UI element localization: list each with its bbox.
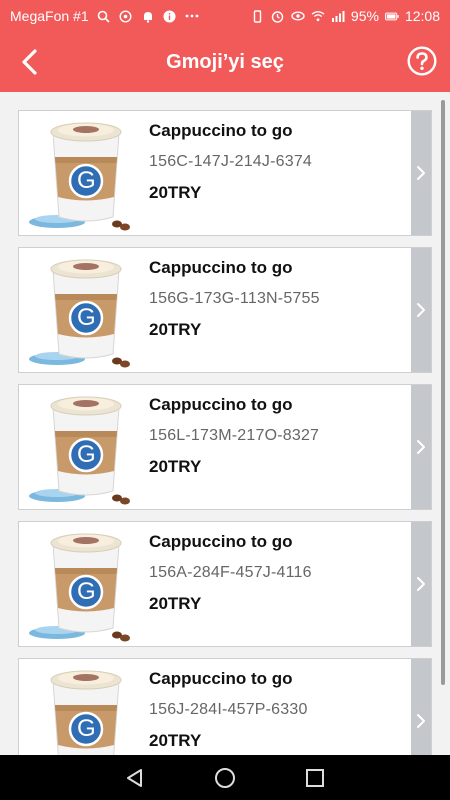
item-chevron-strip[interactable] bbox=[411, 385, 431, 509]
cappuccino-thumbnail: G bbox=[19, 522, 139, 646]
item-chevron-strip[interactable] bbox=[411, 248, 431, 372]
brand-badge-letter: G bbox=[77, 304, 96, 331]
scrollbar[interactable] bbox=[441, 100, 445, 685]
gmoji-list-item[interactable]: G Cappuccino to go 156G-173G-113N-5755 2… bbox=[18, 247, 432, 373]
item-price: 20TRY bbox=[149, 594, 202, 613]
item-name: Cappuccino to go bbox=[149, 121, 293, 140]
notification-bell-icon bbox=[141, 9, 155, 23]
help-button[interactable] bbox=[406, 45, 438, 77]
item-info: Cappuccino to go 156C-147J-214J-6374 20T… bbox=[139, 111, 431, 235]
gmoji-list-item[interactable]: G Cappuccino to go 156J-284I-457P-6330 2… bbox=[18, 658, 432, 755]
eye-icon bbox=[291, 9, 305, 23]
status-bar-left: MegaFon #1 bbox=[10, 8, 199, 24]
item-code: 156C-147J-214J-6374 bbox=[149, 153, 313, 170]
brand-badge-letter: G bbox=[77, 441, 96, 468]
item-name: Cappuccino to go bbox=[149, 532, 293, 551]
item-info: Cappuccino to go 156L-173M-217O-8327 20T… bbox=[139, 385, 431, 509]
gmoji-list[interactable]: G Cappuccino to go 156C-147J-214J-6374 2… bbox=[0, 92, 450, 755]
back-button[interactable] bbox=[14, 47, 44, 77]
nav-back-button[interactable] bbox=[123, 766, 147, 790]
item-code: 156A-284F-457J-4116 bbox=[149, 564, 312, 581]
item-info: Cappuccino to go 156G-173G-113N-5755 20T… bbox=[139, 248, 431, 372]
gmoji-list-item[interactable]: G Cappuccino to go 156A-284F-457J-4116 2… bbox=[18, 521, 432, 647]
vibrate-icon bbox=[251, 9, 265, 23]
android-nav-bar bbox=[0, 755, 450, 800]
signal-icon bbox=[331, 9, 345, 23]
cappuccino-thumbnail: G bbox=[19, 111, 139, 235]
more-dots-icon bbox=[185, 9, 199, 23]
brand-badge-letter: G bbox=[77, 715, 96, 742]
item-price: 20TRY bbox=[149, 731, 202, 750]
alarm-icon bbox=[271, 9, 285, 23]
brand-badge-letter: G bbox=[77, 578, 96, 605]
item-chevron-strip[interactable] bbox=[411, 111, 431, 235]
page-title: Gmoji’yi seç bbox=[166, 50, 284, 73]
gmoji-list-item[interactable]: G Cappuccino to go 156L-173M-217O-8327 2… bbox=[18, 384, 432, 510]
item-info: Cappuccino to go 156A-284F-457J-4116 20T… bbox=[139, 522, 431, 646]
item-code: 156L-173M-217O-8327 bbox=[149, 427, 320, 444]
info-icon bbox=[163, 9, 177, 23]
battery-icon bbox=[384, 9, 399, 23]
nav-home-button[interactable] bbox=[213, 766, 237, 790]
search-icon bbox=[97, 9, 111, 23]
item-chevron-strip[interactable] bbox=[411, 522, 431, 646]
item-code: 156J-284I-457P-6330 bbox=[149, 701, 308, 718]
item-chevron-strip[interactable] bbox=[411, 659, 431, 755]
item-price: 20TRY bbox=[149, 320, 202, 339]
nav-recents-button[interactable] bbox=[303, 766, 327, 790]
item-name: Cappuccino to go bbox=[149, 395, 293, 414]
chevron-right-icon bbox=[417, 440, 425, 454]
cappuccino-thumbnail: G bbox=[19, 385, 139, 509]
circle-home-icon bbox=[215, 767, 235, 788]
gmoji-list-item[interactable]: G Cappuccino to go 156C-147J-214J-6374 2… bbox=[18, 110, 432, 236]
app-bar: Gmoji’yi seç bbox=[0, 32, 450, 92]
item-price: 20TRY bbox=[149, 457, 202, 476]
item-price: 20TRY bbox=[149, 183, 202, 202]
chevron-right-icon bbox=[417, 303, 425, 317]
battery-percent: 95% bbox=[350, 8, 379, 24]
cappuccino-thumbnail: G bbox=[19, 659, 139, 755]
chevron-left-icon bbox=[22, 49, 37, 75]
cappuccino-thumbnail: G bbox=[19, 248, 139, 372]
status-bar-right: 95% 12:08 bbox=[251, 8, 440, 24]
brand-badge-letter: G bbox=[77, 167, 96, 194]
whatsapp-icon bbox=[119, 9, 133, 23]
item-code: 156G-173G-113N-5755 bbox=[149, 290, 320, 307]
item-name: Cappuccino to go bbox=[149, 669, 293, 688]
wifi-icon bbox=[311, 9, 325, 23]
chevron-right-icon bbox=[417, 577, 425, 591]
chevron-right-icon bbox=[417, 166, 425, 180]
triangle-back-icon bbox=[127, 768, 142, 787]
item-name: Cappuccino to go bbox=[149, 258, 293, 277]
chevron-right-icon bbox=[417, 714, 425, 728]
clock: 12:08 bbox=[404, 8, 440, 24]
square-recents-icon bbox=[306, 768, 324, 787]
question-mark-icon bbox=[407, 46, 437, 76]
carrier-label: MegaFon #1 bbox=[10, 8, 89, 24]
item-info: Cappuccino to go 156J-284I-457P-6330 20T… bbox=[139, 659, 431, 755]
status-bar: MegaFon #1 95% 12:08 bbox=[0, 0, 450, 32]
